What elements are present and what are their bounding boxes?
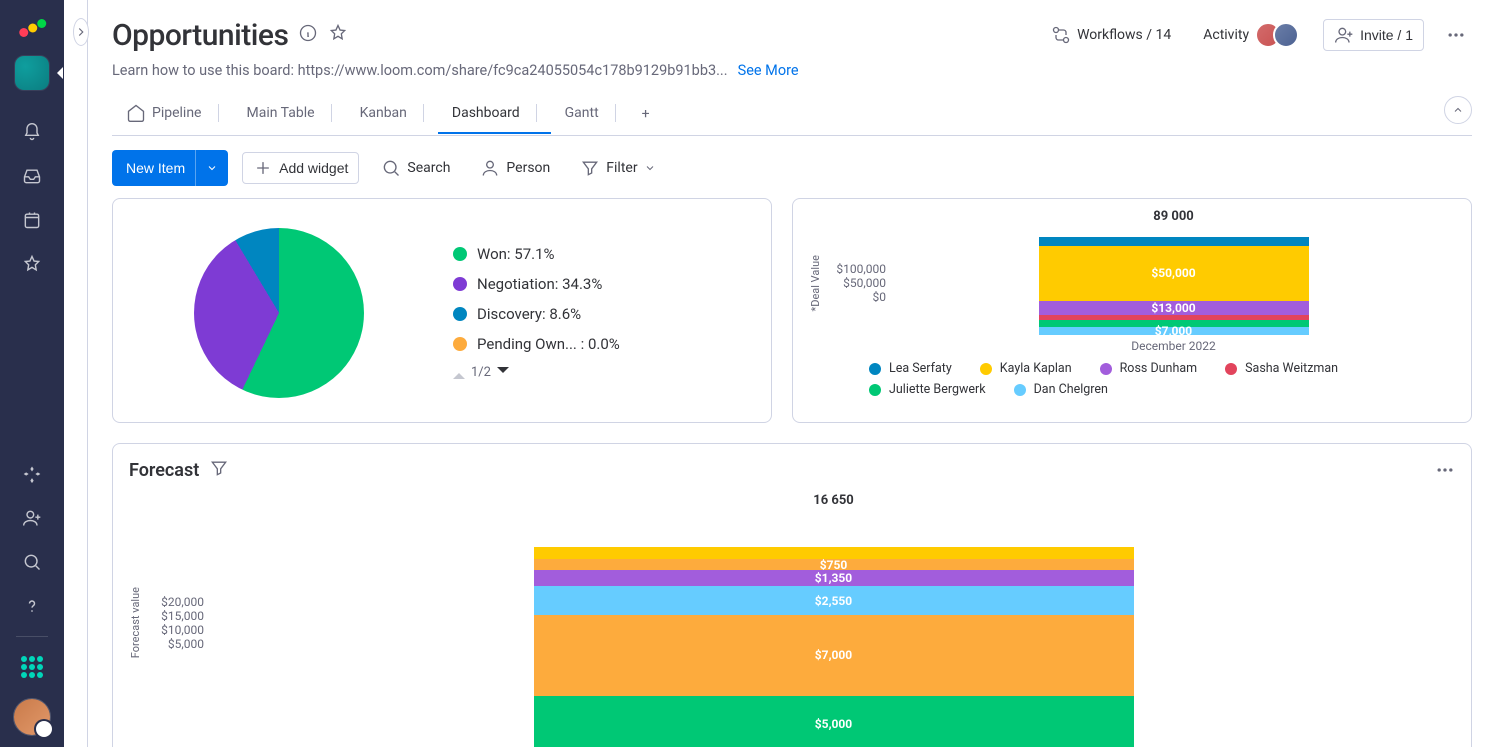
board-header: Opportunities Workflows / 14 Activity [88,0,1496,136]
tab-main-table[interactable]: Main Table [233,94,346,134]
new-item-label: New Item [126,160,185,176]
tab-kanban[interactable]: Kanban [346,94,438,134]
filter-icon[interactable] [209,458,229,483]
tab-pipeline-label: Pipeline [152,105,202,121]
deal-value-segment [1039,237,1309,246]
workflows-label: Workflows / 14 [1077,27,1171,43]
profile-avatar[interactable] [14,699,50,735]
help-button[interactable] [12,586,52,626]
deal-value-widget: *Deal Value $100,000$50,000$0 89 000 $7,… [792,198,1472,423]
search-button[interactable]: Search [373,152,458,184]
board-list-collapsed [64,0,88,747]
forecast-y-axis: $20,000$15,000$10,000$5,000 [142,593,212,653]
tab-gantt-label: Gantt [565,105,599,121]
expand-board-list-button[interactable] [73,18,89,46]
tab-dashboard[interactable]: Dashboard [438,94,551,134]
invite-label: Invite / 1 [1360,27,1413,43]
pie-legend-item: Negotiation: 34.3% [453,275,620,293]
app-launcher-button[interactable] [12,647,52,687]
forecast-total: 16 650 [813,493,854,508]
view-tabs: Pipeline Main Table Kanban Dashboard Gan… [112,93,1472,136]
forecast-widget: Forecast Forecast value $20,000$15,000$1… [112,443,1472,747]
filter-label: Filter [606,160,637,176]
add-view-button[interactable]: + [630,96,662,132]
forecast-segment: $1,350 [534,570,1134,586]
deal-value-legend-item: Kayla Kaplan [980,361,1072,376]
dashboard-content: Won: 57.1% Negotiation: 34.3% Discovery: 8… [88,198,1496,747]
tab-pipeline[interactable]: Pipeline [112,93,233,135]
tab-dashboard-label: Dashboard [452,105,520,121]
board-toolbar: New Item Add widget Search Person Filter [88,136,1496,198]
deal-value-y-axis: $100,000$50,000$0 [822,258,892,308]
favorites-button[interactable] [12,244,52,284]
forecast-menu-button[interactable] [1429,454,1461,486]
forecast-segment: $750 [534,559,1134,570]
favorite-icon[interactable] [328,23,348,47]
pie-legend-item: Discovery: 8.6% [453,305,620,323]
forecast-segment: $7,000 [534,615,1134,695]
pie-legend-item: Pending Own... : 0.0% [453,335,620,353]
person-filter-button[interactable]: Person [472,152,558,184]
workspace-icon[interactable] [15,56,49,90]
global-sidebar [0,0,64,747]
forecast-plot: 16 650 $750$1,350$2,550$7,000$5,000 [212,493,1455,747]
forecast-y-title: Forecast value [129,587,142,658]
board-title[interactable]: Opportunities [112,18,288,53]
chevron-down-icon [644,162,656,174]
add-widget-button[interactable]: Add widget [242,152,359,184]
forecast-segment: $5,000 [534,696,1134,747]
board-description: Learn how to use this board: https://www… [112,62,728,79]
deal-value-total: 89 000 [1153,209,1194,224]
notifications-button[interactable] [12,112,52,152]
collapse-header-button[interactable] [1444,96,1472,124]
pie-widget: Won: 57.1% Negotiation: 34.3% Discovery: 8… [112,198,772,423]
deal-value-legend-item: Lea Serfaty [869,361,952,376]
deal-value-legend-item: Dan Chelgren [1014,382,1108,397]
tab-gantt[interactable]: Gantt [551,94,630,134]
deal-value-legend: Lea Serfaty Kayla Kaplan Ross Dunham Sasha … [809,361,1455,397]
activity-avatars [1255,22,1299,48]
new-item-button[interactable]: New Item [112,150,228,186]
activity-label: Activity [1203,27,1249,43]
search-everything-button[interactable] [12,542,52,582]
forecast-title: Forecast [129,460,199,481]
filter-button[interactable]: Filter [572,152,663,184]
add-widget-label: Add widget [279,160,348,176]
deal-value-x-label: December 2022 [892,339,1455,353]
main-area: Opportunities Workflows / 14 Activity [88,0,1496,747]
board-menu-button[interactable] [1440,19,1472,51]
tab-main-table-label: Main Table [247,105,315,121]
invite-members-button[interactable] [12,498,52,538]
see-more-link[interactable]: See More [738,62,799,79]
deal-value-segment: $7,000 [1039,327,1309,335]
inbox-button[interactable] [12,156,52,196]
chevron-down-icon[interactable] [195,150,218,186]
deal-value-plot: 89 000 $7,000$13,000$50,000 December 202… [892,213,1455,353]
invite-button[interactable]: Invite / 1 [1323,19,1424,51]
person-label: Person [506,160,550,176]
pie-legend: Won: 57.1% Negotiation: 34.3% Discovery: 8… [453,245,620,380]
forecast-segment: $2,550 [534,586,1134,615]
monday-logo[interactable] [16,12,48,44]
deal-value-segment: $50,000 [1039,246,1309,301]
activity-button[interactable]: Activity [1195,16,1307,54]
search-label: Search [407,160,450,176]
tab-kanban-label: Kanban [360,105,407,121]
deal-value-segment: $13,000 [1039,301,1309,315]
my-work-button[interactable] [12,200,52,240]
deal-value-legend-item: Ross Dunham [1100,361,1197,376]
workflows-button[interactable]: Workflows / 14 [1043,19,1179,51]
deal-value-y-title: *Deal Value [809,255,822,312]
deal-value-legend-item: Juliette Bergwerk [869,382,986,397]
apps-button[interactable] [12,454,52,494]
deal-value-legend-item: Sasha Weitzman [1225,361,1338,376]
pie-legend-pager[interactable]: 1/2 [453,365,620,380]
info-icon[interactable] [298,23,318,47]
pie-legend-item: Won: 57.1% [453,245,620,263]
pie-chart [194,228,364,398]
